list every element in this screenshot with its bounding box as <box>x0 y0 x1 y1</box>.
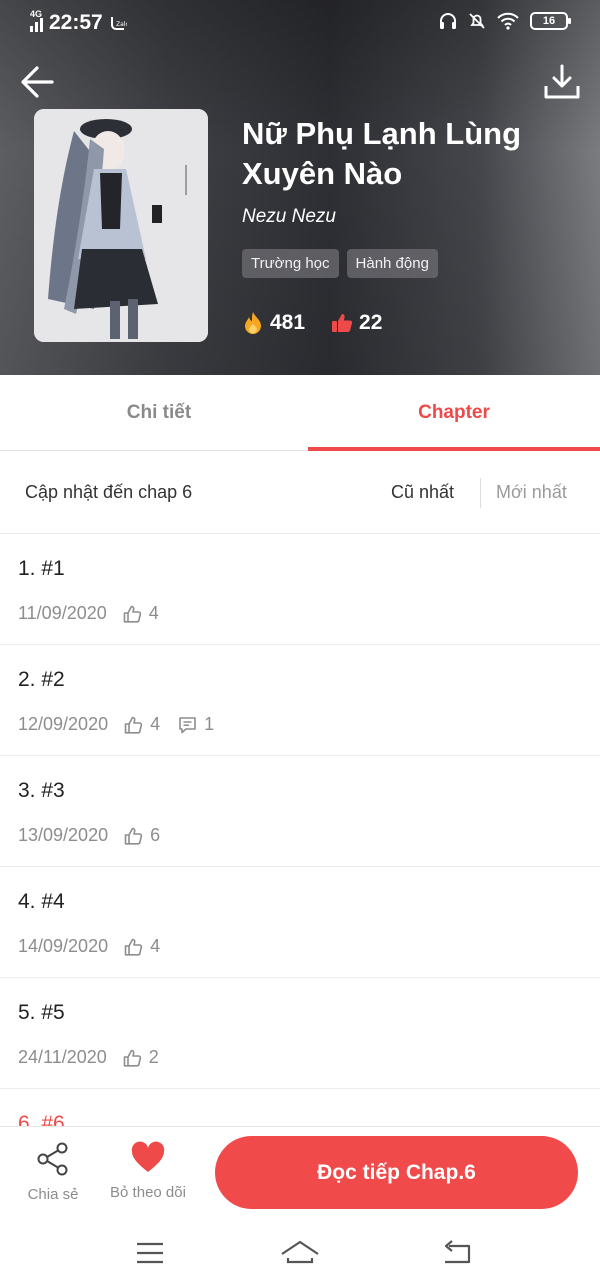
chapter-date: 11/09/2020 <box>18 603 107 623</box>
chapter-title: 1. #1 <box>18 557 65 580</box>
chapter-item[interactable]: 4. #4 14/09/2020 4 <box>0 867 600 978</box>
comment-icon <box>179 716 196 733</box>
tab-bar: Chi tiết Chapter <box>0 375 600 451</box>
system-nav-bar <box>0 1224 600 1287</box>
zalo-icon: Zalo <box>110 17 127 30</box>
share-label: Chia sẻ <box>27 1186 79 1203</box>
book-author[interactable]: Nezu Nezu <box>242 206 336 228</box>
chapter-likes: 4 <box>150 936 161 956</box>
genre-tag[interactable]: Trường học <box>242 249 339 278</box>
sort-divider <box>480 478 481 508</box>
status-time: 22:57 <box>49 11 103 34</box>
menu-icon <box>137 1242 163 1264</box>
return-icon <box>444 1240 471 1264</box>
genre-tag[interactable]: Hành động <box>346 249 438 278</box>
views-stat: 481 <box>242 311 305 335</box>
heart-icon <box>131 1141 165 1172</box>
sort-oldest-button[interactable]: Cũ nhất <box>391 482 454 503</box>
views-count: 481 <box>270 311 306 334</box>
chapter-title: 3. #3 <box>18 779 65 802</box>
network-type: 4G <box>30 9 43 19</box>
battery-indicator: 16 <box>530 12 571 30</box>
chapter-title: 2. #2 <box>18 668 65 691</box>
chapter-date: 12/09/2020 <box>18 714 109 734</box>
chapter-likes: 4 <box>150 714 161 734</box>
chapter-date: 14/09/2020 <box>18 936 109 956</box>
chapter-comments: 1 <box>204 714 215 734</box>
book-stats: 481 22 <box>242 311 408 335</box>
status-bar: 4G 22:57 Zalo 16 <box>0 8 600 40</box>
mute-bell-icon <box>469 13 485 29</box>
chapter-item[interactable]: 5. #5 24/11/2020 2 <box>0 978 600 1089</box>
thumbs-up-icon <box>123 605 141 623</box>
chapter-title: 4. #4 <box>18 890 65 913</box>
tab-chapter[interactable]: Chapter <box>308 375 600 451</box>
chapter-date: 13/09/2020 <box>18 825 109 845</box>
thumbs-up-icon <box>124 827 143 845</box>
update-status: Cập nhật đến chap 6 <box>25 482 193 502</box>
download-icon <box>544 64 580 99</box>
likes-count: 22 <box>359 311 383 334</box>
wifi-icon <box>497 12 519 30</box>
cover-illustration <box>34 109 208 342</box>
chapter-likes: 2 <box>148 1047 159 1067</box>
nav-menu-button[interactable] <box>130 1236 170 1270</box>
share-icon <box>37 1142 68 1176</box>
nav-back-button[interactable] <box>437 1236 477 1270</box>
bottom-action-bar: Chia sẻ Bỏ theo dõi Đọc tiếp Chap.6 <box>0 1126 600 1224</box>
unfollow-label: Bỏ theo dõi <box>110 1184 186 1201</box>
download-button[interactable] <box>542 62 582 102</box>
nav-home-button[interactable] <box>280 1236 320 1270</box>
chapter-list: 1. #1 11/09/2020 4 2. #2 12/09/2020 4 1 … <box>0 534 600 1200</box>
headphone-icon <box>440 13 456 29</box>
book-header: 4G 22:57 Zalo 16 <box>0 0 600 375</box>
fire-icon <box>245 312 261 334</box>
svg-text:Zalo: Zalo <box>116 21 127 28</box>
sort-newest-button[interactable]: Mới nhất <box>496 482 567 503</box>
chapter-likes: 4 <box>148 603 159 623</box>
thumbs-up-icon <box>124 716 143 734</box>
back-arrow-icon <box>21 66 54 98</box>
continue-reading-button[interactable]: Đọc tiếp Chap.6 <box>215 1136 578 1209</box>
chapter-item[interactable]: 1. #1 11/09/2020 4 <box>0 534 600 645</box>
unfollow-button[interactable]: Bỏ theo dõi <box>102 1141 194 1201</box>
chapter-date: 24/11/2020 <box>18 1047 107 1067</box>
book-cover-image[interactable] <box>34 109 208 342</box>
chapter-item[interactable]: 3. #3 13/09/2020 6 <box>0 756 600 867</box>
book-title: Nữ Phụ Lạnh Lùng Xuyên Nào <box>242 116 522 191</box>
tab-detail[interactable]: Chi tiết <box>9 375 309 451</box>
genre-tags: Trường học Hành động <box>242 249 438 278</box>
likes-stat: 22 <box>331 311 382 335</box>
share-button[interactable]: Chia sẻ <box>20 1141 86 1203</box>
thumbs-up-icon <box>124 938 143 956</box>
chapter-sort-bar: Cập nhật đến chap 6 Cũ nhất Mới nhất <box>0 451 600 534</box>
chapter-item[interactable]: 2. #2 12/09/2020 4 1 <box>0 645 600 756</box>
chapter-likes: 6 <box>150 825 161 845</box>
thumbs-up-icon <box>332 314 353 332</box>
home-icon <box>281 1240 319 1264</box>
thumbs-up-icon <box>123 1049 141 1067</box>
signal-icon: 4G <box>30 9 43 32</box>
back-button[interactable] <box>18 62 58 102</box>
chapter-title: 5. #5 <box>18 1001 65 1024</box>
